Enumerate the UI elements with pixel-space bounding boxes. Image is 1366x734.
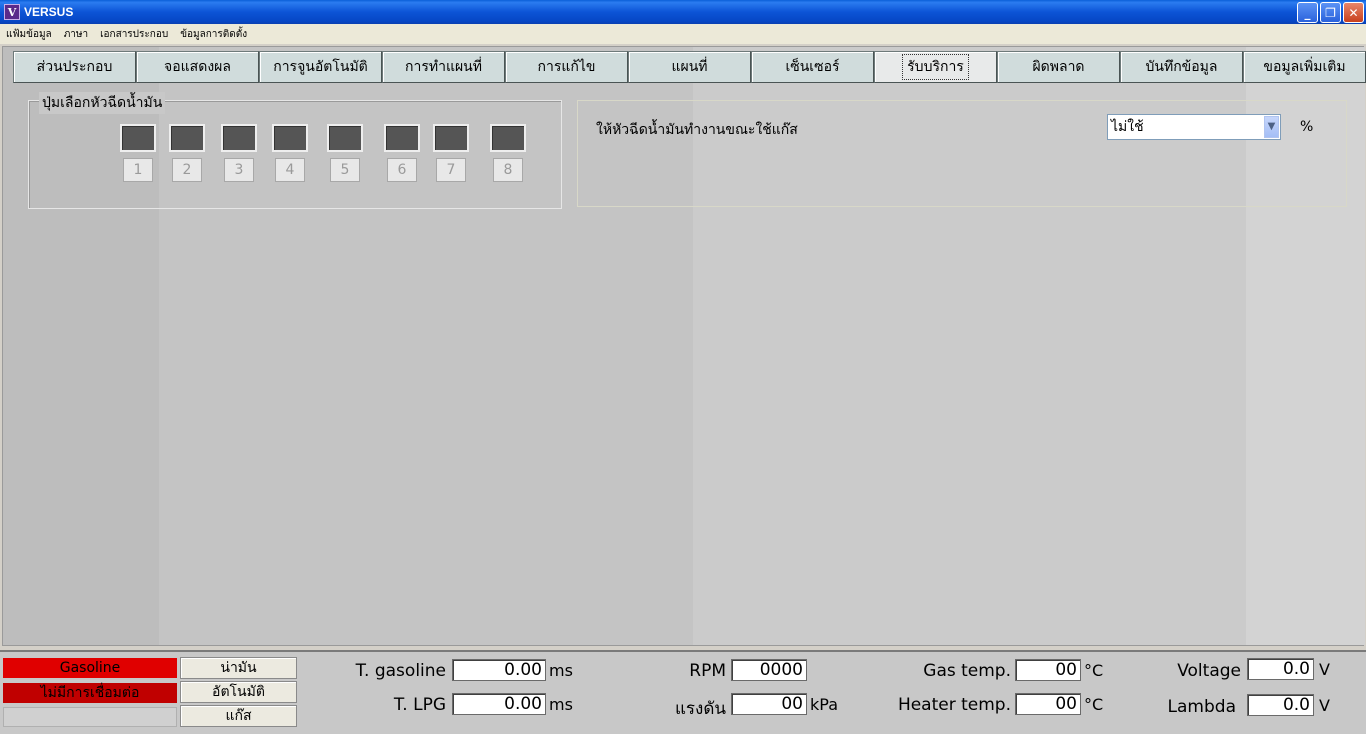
injector-5[interactable]: 5	[327, 124, 363, 182]
menu-install-info[interactable]: ข้อมูลการติดตั้ง	[174, 27, 253, 42]
empty-status-slot	[3, 707, 177, 727]
menu-bar: แฟ้มข้อมูล ภาษา เอกสารประกอบ ข้อมูลการติ…	[0, 24, 1366, 44]
petrol-button[interactable]: น่ามัน	[180, 657, 297, 679]
injector-number[interactable]: 8	[493, 158, 523, 182]
injector-number[interactable]: 6	[387, 158, 417, 182]
title-bar: V VERSUS _ ❐ ✕	[0, 0, 1366, 24]
t-gasoline-value: 0.00	[452, 659, 546, 681]
tab-strip: ส่วนประกอบ จอแสดงผล การจูนอัตโนมัติ การท…	[13, 51, 1366, 83]
tab-more-info[interactable]: ขอมูลเพิ่มเติม	[1243, 51, 1366, 83]
chevron-down-icon[interactable]: ▼	[1264, 116, 1279, 138]
pressure-label: แรงดัน	[674, 699, 726, 719]
percent-unit: %	[1300, 119, 1314, 135]
injector-3[interactable]: 3	[221, 124, 257, 182]
tab-mapping[interactable]: การทำแผนที่	[382, 51, 505, 83]
injector-1[interactable]: 1	[120, 124, 156, 182]
t-lpg-label: T. LPG	[393, 695, 446, 715]
injector-led[interactable]	[327, 124, 363, 152]
voltage-label: Voltage	[1177, 661, 1241, 681]
auto-button[interactable]: อัตโนมัติ	[180, 681, 297, 703]
window-title: VERSUS	[24, 5, 74, 19]
lambda-unit: V	[1319, 696, 1330, 715]
t-lpg-unit: ms	[549, 695, 573, 714]
injector-group: ปุ่มเลือกหัวฉีดน้ำมัน 1 2 3 4 5 6 7 8	[28, 92, 562, 209]
voltage-unit: V	[1319, 660, 1330, 679]
status-bar: Gasoline ไม่มีการเชื่อมต่อ น่ามัน อัตโนม…	[0, 650, 1366, 734]
t-gasoline-unit: ms	[549, 661, 573, 680]
t-lpg-value: 0.00	[452, 693, 546, 715]
voltage-value: 0.0	[1247, 658, 1314, 680]
injector-led[interactable]	[169, 124, 205, 152]
tab-errors[interactable]: ผิดพลาด	[997, 51, 1120, 83]
injector-number[interactable]: 1	[123, 158, 153, 182]
injector-number[interactable]: 5	[330, 158, 360, 182]
menu-file[interactable]: แฟ้มข้อมูล	[0, 27, 58, 42]
injector-8[interactable]: 8	[490, 124, 526, 182]
injector-number[interactable]: 7	[436, 158, 466, 182]
main-area: ส่วนประกอบ จอแสดงผล การจูนอัตโนมัติ การท…	[2, 46, 1366, 646]
menu-documents[interactable]: เอกสารประกอบ	[94, 27, 174, 42]
gas-temp-unit: °C	[1084, 661, 1104, 680]
lambda-label: Lambda	[1167, 697, 1236, 717]
tab-service[interactable]: รับบริการ	[874, 51, 997, 83]
injector-2[interactable]: 2	[169, 124, 205, 182]
rpm-value: 0000	[731, 659, 807, 681]
injector-6[interactable]: 6	[384, 124, 420, 182]
close-button[interactable]: ✕	[1343, 2, 1364, 23]
tab-edit[interactable]: การแก้ไข	[505, 51, 628, 83]
select-value: ไม่ใช้	[1111, 119, 1144, 135]
lambda-value: 0.0	[1247, 694, 1314, 716]
injector-led[interactable]	[120, 124, 156, 152]
injector-led[interactable]	[433, 124, 469, 152]
restore-button[interactable]: ❐	[1320, 2, 1341, 23]
menu-language[interactable]: ภาษา	[58, 27, 94, 42]
pressure-value: 00	[731, 693, 807, 715]
t-gasoline-label: T. gasoline	[355, 661, 446, 681]
injector-group-legend: ปุ่มเลือกหัวฉีดน้ำมัน	[39, 92, 166, 114]
tab-map[interactable]: แผนที่	[628, 51, 751, 83]
app-icon: V	[4, 4, 20, 20]
injector-led[interactable]	[221, 124, 257, 152]
gas-temp-label: Gas temp.	[923, 661, 1011, 681]
injector-7[interactable]: 7	[433, 124, 469, 182]
tab-autotune[interactable]: การจูนอัตโนมัติ	[259, 51, 382, 83]
injector-led[interactable]	[384, 124, 420, 152]
fuel-mode-indicator: Gasoline	[3, 658, 177, 678]
injector-on-gas-select[interactable]: ไม่ใช้ ▼	[1107, 114, 1281, 140]
rpm-label: RPM	[689, 661, 726, 681]
injector-number[interactable]: 3	[224, 158, 254, 182]
injector-number[interactable]: 4	[275, 158, 305, 182]
tab-sensors[interactable]: เซ็นเซอร์	[751, 51, 874, 83]
tab-display[interactable]: จอแสดงผล	[136, 51, 259, 83]
tab-data-log[interactable]: บันทึกข้อมูล	[1120, 51, 1243, 83]
injector-on-gas-label: ให้หัวฉีดน้ำมันทำงานขณะใช้แก๊ส	[596, 122, 798, 138]
tab-components[interactable]: ส่วนประกอบ	[13, 51, 136, 83]
heater-temp-value: 00	[1015, 693, 1081, 715]
injector-number[interactable]: 2	[172, 158, 202, 182]
heater-temp-unit: °C	[1084, 695, 1104, 714]
service-panel: ให้หัวฉีดน้ำมันทำงานขณะใช้แก๊ส ไม่ใช้ ▼ …	[577, 100, 1347, 207]
minimize-button[interactable]: _	[1297, 2, 1318, 23]
pressure-unit: kPa	[810, 695, 838, 714]
injector-4[interactable]: 4	[272, 124, 308, 182]
injector-led[interactable]	[490, 124, 526, 152]
heater-temp-label: Heater temp.	[897, 695, 1011, 715]
injector-led[interactable]	[272, 124, 308, 152]
gas-button[interactable]: แก๊ส	[180, 705, 297, 727]
gas-temp-value: 00	[1015, 659, 1081, 681]
connection-status: ไม่มีการเชื่อมต่อ	[3, 683, 177, 703]
